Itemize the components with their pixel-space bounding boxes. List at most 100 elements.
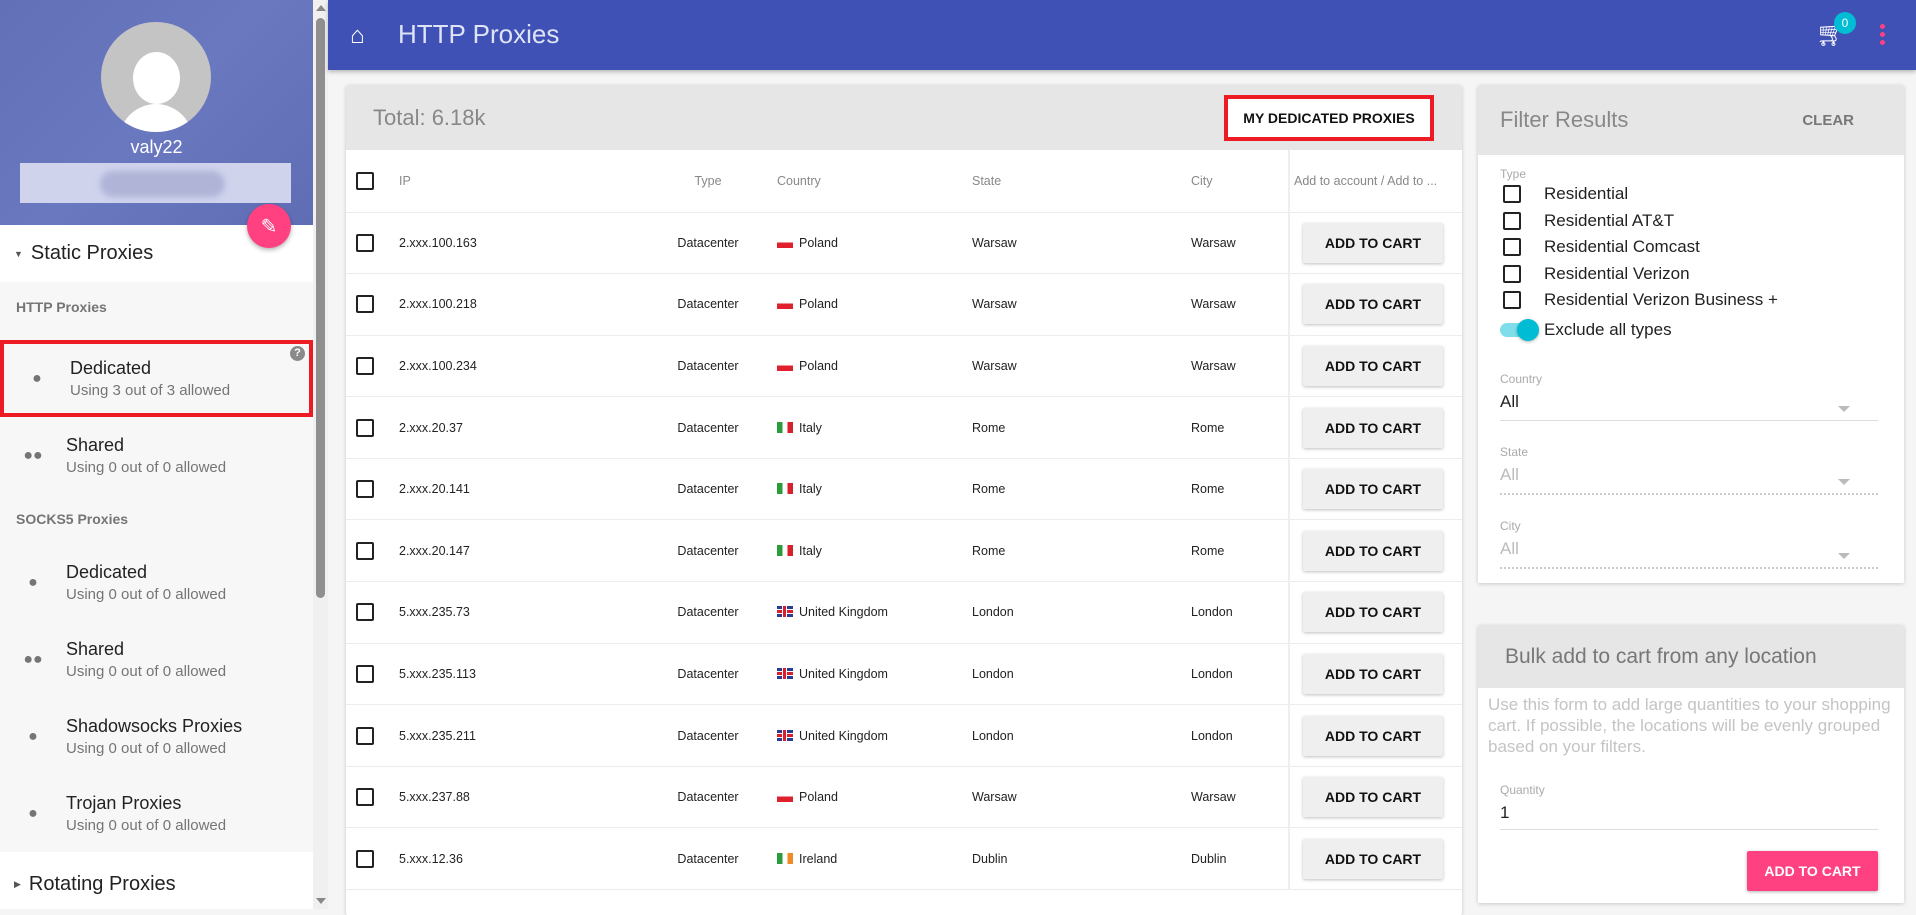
- row-checkbox[interactable]: [356, 233, 374, 252]
- sidebar-item-http-dedicated[interactable]: ● Dedicated Using 3 out of 3 allowed ?: [0, 340, 313, 417]
- add-to-cart-button[interactable]: ADD TO CART: [1303, 222, 1443, 263]
- sidebar-item-trojan[interactable]: ● Trojan Proxies Using 0 out of 0 allowed: [0, 775, 313, 852]
- person-icon: ●: [28, 727, 38, 745]
- flag-gb-icon: [777, 667, 793, 679]
- row-checkbox[interactable]: [356, 295, 374, 314]
- people-icon: ●●: [23, 650, 43, 668]
- add-to-cart-button[interactable]: ADD TO CART: [1303, 530, 1443, 571]
- username: valy22: [130, 137, 183, 157]
- home-icon[interactable]: ⌂: [350, 22, 365, 50]
- type-checkbox[interactable]: Residential AT&T: [1500, 208, 1882, 235]
- sidebar-item-http-shared[interactable]: ●● Shared Using 0 out of 0 allowed: [0, 417, 313, 494]
- checkbox[interactable]: [1503, 264, 1521, 283]
- row-checkbox[interactable]: [356, 541, 374, 560]
- col-type[interactable]: Type: [659, 150, 757, 213]
- col-state[interactable]: State: [972, 150, 1191, 213]
- city-cell: London: [1191, 643, 1290, 706]
- add-to-cart-button[interactable]: ADD TO CART: [1303, 469, 1443, 510]
- table-row: 5.xxx.237.88 Datacenter Poland Warsaw Wa…: [346, 766, 1462, 829]
- row-checkbox[interactable]: [356, 788, 374, 807]
- person-icon: ●: [28, 573, 38, 591]
- row-checkbox[interactable]: [356, 418, 374, 437]
- more-vert-icon[interactable]: [1880, 24, 1885, 48]
- add-to-cart-button[interactable]: ADD TO CART: [1303, 284, 1443, 325]
- table-row: 2.xxx.20.37 Datacenter Italy Rome Rome A…: [346, 396, 1462, 459]
- row-checkbox[interactable]: [356, 664, 374, 683]
- bulk-add-to-cart-button[interactable]: ADD TO CART: [1747, 851, 1878, 891]
- redacted-email: [20, 163, 291, 203]
- state-cell: Rome: [972, 458, 1191, 521]
- checkbox[interactable]: [1503, 291, 1521, 310]
- table-row: 2.xxx.100.234 Datacenter Poland Warsaw W…: [346, 335, 1462, 398]
- quantity-input[interactable]: 1: [1500, 797, 1878, 830]
- country-cell: Poland: [799, 235, 838, 250]
- exclude-all-types-toggle[interactable]: Exclude all types: [1500, 314, 1882, 346]
- type-checkbox[interactable]: Residential Verizon: [1500, 261, 1882, 288]
- my-dedicated-proxies-button[interactable]: MY DEDICATED PROXIES: [1224, 95, 1434, 141]
- col-ip[interactable]: IP: [399, 150, 659, 213]
- add-to-cart-button[interactable]: ADD TO CART: [1303, 777, 1443, 818]
- state-cell: Warsaw: [972, 766, 1191, 829]
- checkbox[interactable]: [1503, 238, 1521, 257]
- add-to-cart-button[interactable]: ADD TO CART: [1303, 592, 1443, 633]
- add-to-cart-button[interactable]: ADD TO CART: [1303, 407, 1443, 448]
- ip-cell: 5.xxx.235.73: [399, 581, 659, 644]
- ip-cell: 5.xxx.235.211: [399, 704, 659, 767]
- checkbox[interactable]: [1503, 185, 1521, 204]
- row-checkbox[interactable]: [356, 726, 374, 745]
- proxy-table-card: Total: 6.18k MY DEDICATED PROXIES IP Typ…: [346, 85, 1462, 915]
- country-cell: Poland: [799, 790, 838, 805]
- checkbox[interactable]: [1503, 211, 1521, 230]
- flag-it-icon: [777, 421, 793, 433]
- flag-pl-icon: [777, 298, 793, 310]
- select-all-checkbox[interactable]: [356, 171, 374, 190]
- state-cell: London: [972, 704, 1191, 767]
- ip-cell: 2.xxx.100.163: [399, 212, 659, 275]
- state-cell: London: [972, 581, 1191, 644]
- type-option-label: Residential: [1544, 184, 1629, 204]
- row-checkbox[interactable]: [356, 480, 374, 499]
- add-to-cart-button[interactable]: ADD TO CART: [1303, 653, 1443, 694]
- filter-title: Filter Results: [1500, 107, 1629, 132]
- scroll-up-icon[interactable]: [316, 5, 326, 11]
- app-bar: ⌂ HTTP Proxies 🛒︎ 0: [328, 0, 1916, 70]
- col-city[interactable]: City: [1191, 150, 1290, 213]
- country-select[interactable]: Country All: [1500, 372, 1882, 421]
- country-cell: Italy: [799, 482, 822, 497]
- edit-profile-button[interactable]: ✎: [247, 204, 291, 248]
- scroll-down-icon[interactable]: [316, 898, 326, 904]
- row-checkbox[interactable]: [356, 849, 374, 868]
- rotating-proxies-toggle[interactable]: ▶ Rotating Proxies: [0, 852, 313, 909]
- item-label: Shadowsocks Proxies: [66, 716, 243, 736]
- sidebar-item-socks-dedicated[interactable]: ● Dedicated Using 0 out of 0 allowed: [0, 544, 313, 621]
- toggle-label: Exclude all types: [1544, 319, 1672, 339]
- state-select[interactable]: State All: [1500, 445, 1882, 495]
- type-checkbox[interactable]: Residential Verizon Business +: [1500, 287, 1882, 314]
- sidebar-scrollbar[interactable]: [313, 0, 328, 909]
- type-checkbox[interactable]: Residential Comcast: [1500, 234, 1882, 261]
- add-to-cart-button[interactable]: ADD TO CART: [1303, 345, 1443, 386]
- sidebar-item-shadowsocks[interactable]: ● Shadowsocks Proxies Using 0 out of 0 al…: [0, 698, 313, 775]
- row-checkbox[interactable]: [356, 603, 374, 622]
- clear-filters-button[interactable]: CLEAR: [1802, 112, 1854, 129]
- type-checkbox[interactable]: Residential: [1500, 181, 1882, 208]
- city-cell: Warsaw: [1191, 273, 1290, 336]
- add-to-cart-button[interactable]: ADD TO CART: [1303, 838, 1443, 879]
- caret-down-icon: ▼: [14, 248, 23, 259]
- row-checkbox[interactable]: [356, 356, 374, 375]
- bulk-description: Use this form to add large quantities to…: [1488, 695, 1891, 756]
- person-icon: ●: [28, 804, 38, 822]
- item-label: Dedicated: [70, 358, 152, 378]
- table-row: 5.xxx.235.113 Datacenter United Kingdom …: [346, 643, 1462, 706]
- col-country[interactable]: Country: [757, 150, 972, 213]
- city-value: All: [1500, 533, 1878, 569]
- state-cell: Rome: [972, 396, 1191, 459]
- proxy-table: IP Type Country State City Add to accoun…: [346, 150, 1462, 891]
- item-usage: Using 0 out of 0 allowed: [66, 459, 227, 476]
- type-cell: Datacenter: [659, 519, 757, 583]
- scrollbar-thumb[interactable]: [316, 18, 325, 598]
- sidebar-item-socks-shared[interactable]: ●● Shared Using 0 out of 0 allowed: [0, 621, 313, 698]
- add-to-cart-button[interactable]: ADD TO CART: [1303, 715, 1443, 756]
- help-icon[interactable]: ?: [290, 346, 305, 361]
- city-select[interactable]: City All: [1500, 519, 1882, 569]
